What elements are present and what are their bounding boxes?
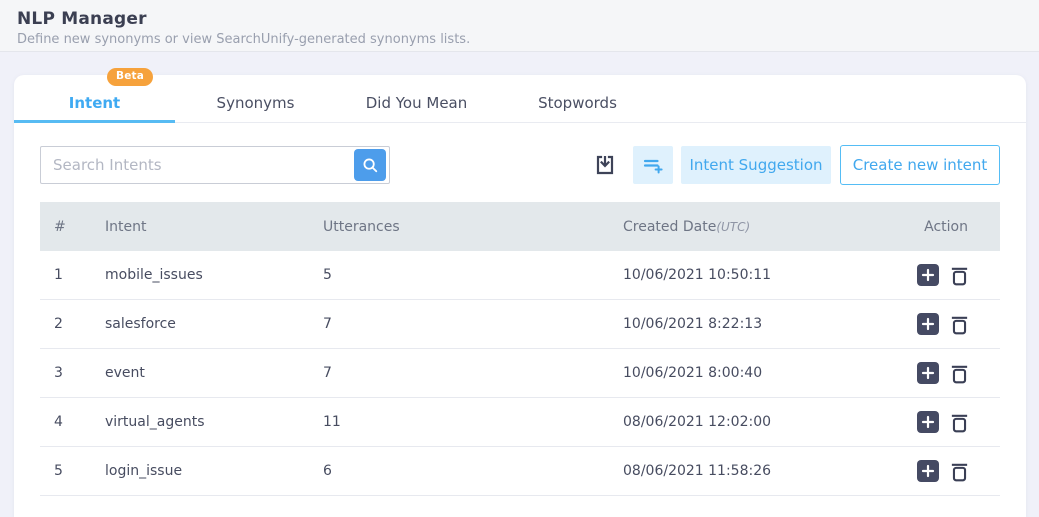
tab-label: Intent bbox=[69, 94, 120, 112]
table-row: 1 mobile_issues 5 10/06/2021 10:50:11 bbox=[40, 251, 1000, 300]
utterances-count: 7 bbox=[323, 316, 623, 332]
plus-icon bbox=[921, 415, 935, 429]
delete-intent-button[interactable] bbox=[948, 361, 970, 385]
delete-intent-button[interactable] bbox=[948, 459, 970, 483]
table-header-row: # Intent Utterances Created Date(UTC) Ac… bbox=[40, 202, 1000, 251]
create-new-intent-button[interactable]: Create new intent bbox=[840, 145, 1000, 185]
utterances-count: 5 bbox=[323, 267, 623, 283]
nlp-manager-screen: NLP Manager Define new synonyms or view … bbox=[0, 0, 1039, 517]
created-date: 08/06/2021 12:02:00 bbox=[623, 414, 913, 430]
toolbar: Intent Suggestion Create new intent bbox=[40, 145, 1000, 185]
beta-badge: Beta bbox=[107, 68, 153, 86]
created-date: 08/06/2021 11:58:26 bbox=[623, 463, 913, 479]
search-icon bbox=[361, 156, 379, 174]
row-number: 5 bbox=[40, 463, 105, 479]
row-actions bbox=[913, 361, 1000, 385]
tab-synonyms[interactable]: Synonyms bbox=[175, 75, 336, 122]
utterances-count: 6 bbox=[323, 463, 623, 479]
search-input[interactable] bbox=[40, 146, 390, 184]
add-utterance-button[interactable] bbox=[917, 460, 939, 482]
trash-icon bbox=[949, 313, 970, 336]
tab-did-you-mean[interactable]: Did You Mean bbox=[336, 75, 497, 122]
search-button[interactable] bbox=[354, 149, 386, 181]
plus-icon bbox=[921, 464, 935, 478]
intent-name: salesforce bbox=[105, 316, 323, 332]
intent-name: virtual_agents bbox=[105, 414, 323, 430]
column-header-created-date: Created Date(UTC) bbox=[623, 219, 913, 235]
nlp-card: Beta Intent Synonyms Did You Mean Stopwo… bbox=[14, 75, 1026, 517]
tab-intent[interactable]: Beta Intent bbox=[14, 75, 175, 122]
delete-intent-button[interactable] bbox=[948, 263, 970, 287]
page-subtitle: Define new synonyms or view SearchUnify-… bbox=[17, 32, 1039, 47]
intents-table: # Intent Utterances Created Date(UTC) Ac… bbox=[40, 202, 1000, 496]
search-intents bbox=[40, 146, 390, 184]
plus-icon bbox=[921, 268, 935, 282]
plus-icon bbox=[921, 317, 935, 331]
delete-intent-button[interactable] bbox=[948, 410, 970, 434]
add-to-list-icon bbox=[642, 154, 664, 176]
created-date: 10/06/2021 10:50:11 bbox=[623, 267, 913, 283]
row-actions bbox=[913, 459, 1000, 483]
utterances-count: 11 bbox=[323, 414, 623, 430]
tab-label: Synonyms bbox=[217, 94, 295, 112]
tab-label: Stopwords bbox=[538, 94, 617, 112]
add-utterance-button[interactable] bbox=[917, 362, 939, 384]
table-row: 3 event 7 10/06/2021 8:00:40 bbox=[40, 349, 1000, 398]
row-actions bbox=[913, 263, 1000, 287]
intent-name: login_issue bbox=[105, 463, 323, 479]
utterances-count: 7 bbox=[323, 365, 623, 381]
add-utterance-button[interactable] bbox=[917, 264, 939, 286]
column-header-utterances: Utterances bbox=[323, 219, 623, 235]
toolbar-actions: Intent Suggestion Create new intent bbox=[590, 145, 1000, 185]
column-header-action: Action bbox=[913, 219, 1000, 235]
intent-name: mobile_issues bbox=[105, 267, 323, 283]
trash-icon bbox=[949, 362, 970, 385]
created-date: 10/06/2021 8:00:40 bbox=[623, 365, 913, 381]
row-number: 3 bbox=[40, 365, 105, 381]
download-icon bbox=[593, 153, 617, 177]
page-title: NLP Manager bbox=[17, 9, 1039, 29]
column-header-intent: Intent bbox=[105, 219, 323, 235]
row-actions bbox=[913, 410, 1000, 434]
page-header: NLP Manager Define new synonyms or view … bbox=[0, 0, 1039, 52]
add-utterance-button[interactable] bbox=[917, 313, 939, 335]
trash-icon bbox=[949, 411, 970, 434]
tab-bar: Beta Intent Synonyms Did You Mean Stopwo… bbox=[14, 75, 1026, 123]
trash-icon bbox=[949, 264, 970, 287]
plus-icon bbox=[921, 366, 935, 380]
table-row: 4 virtual_agents 11 08/06/2021 12:02:00 bbox=[40, 398, 1000, 447]
tab-label: Did You Mean bbox=[366, 94, 468, 112]
download-intents-button[interactable] bbox=[590, 146, 620, 184]
tab-stopwords[interactable]: Stopwords bbox=[497, 75, 658, 122]
row-number: 1 bbox=[40, 267, 105, 283]
row-actions bbox=[913, 312, 1000, 336]
add-utterance-button[interactable] bbox=[917, 411, 939, 433]
table-row: 2 salesforce 7 10/06/2021 8:22:13 bbox=[40, 300, 1000, 349]
trash-icon bbox=[949, 460, 970, 483]
intent-suggestion-button[interactable]: Intent Suggestion bbox=[681, 146, 831, 184]
delete-intent-button[interactable] bbox=[948, 312, 970, 336]
created-date-label: Created Date bbox=[623, 219, 716, 235]
row-number: 2 bbox=[40, 316, 105, 332]
intent-name: event bbox=[105, 365, 323, 381]
column-header-num: # bbox=[40, 219, 105, 235]
add-intent-list-button[interactable] bbox=[633, 146, 673, 184]
created-date: 10/06/2021 8:22:13 bbox=[623, 316, 913, 332]
table-row: 5 login_issue 6 08/06/2021 11:58:26 bbox=[40, 447, 1000, 496]
utc-label: (UTC) bbox=[716, 220, 750, 234]
row-number: 4 bbox=[40, 414, 105, 430]
